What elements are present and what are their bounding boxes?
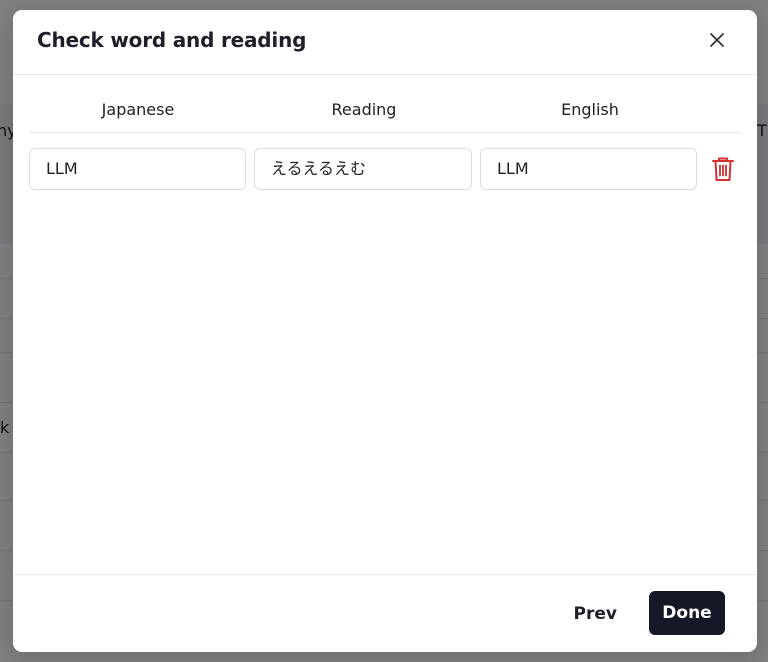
close-button[interactable] [705,30,729,54]
modal-title: Check word and reading [37,28,307,52]
table-row: LLM えるえるえむ LLM [29,148,757,194]
column-header-reading: Reading [331,100,397,119]
modal-footer: Prev Done [13,574,757,652]
modal-header: Check word and reading [13,10,757,75]
english-field[interactable]: LLM [480,148,697,190]
reading-field[interactable]: えるえるえむ [254,148,472,190]
column-header-japanese: Japanese [101,100,175,119]
table-header: Japanese Reading English [29,90,741,133]
trash-icon [711,157,735,186]
column-header-english: English [561,100,619,119]
done-button[interactable]: Done [649,591,725,635]
delete-row-button[interactable] [711,156,737,184]
japanese-field[interactable]: LLM [29,148,246,190]
prev-button[interactable]: Prev [562,592,629,636]
close-icon [709,32,725,52]
check-word-modal: Check word and reading Japanese Reading … [13,10,757,652]
